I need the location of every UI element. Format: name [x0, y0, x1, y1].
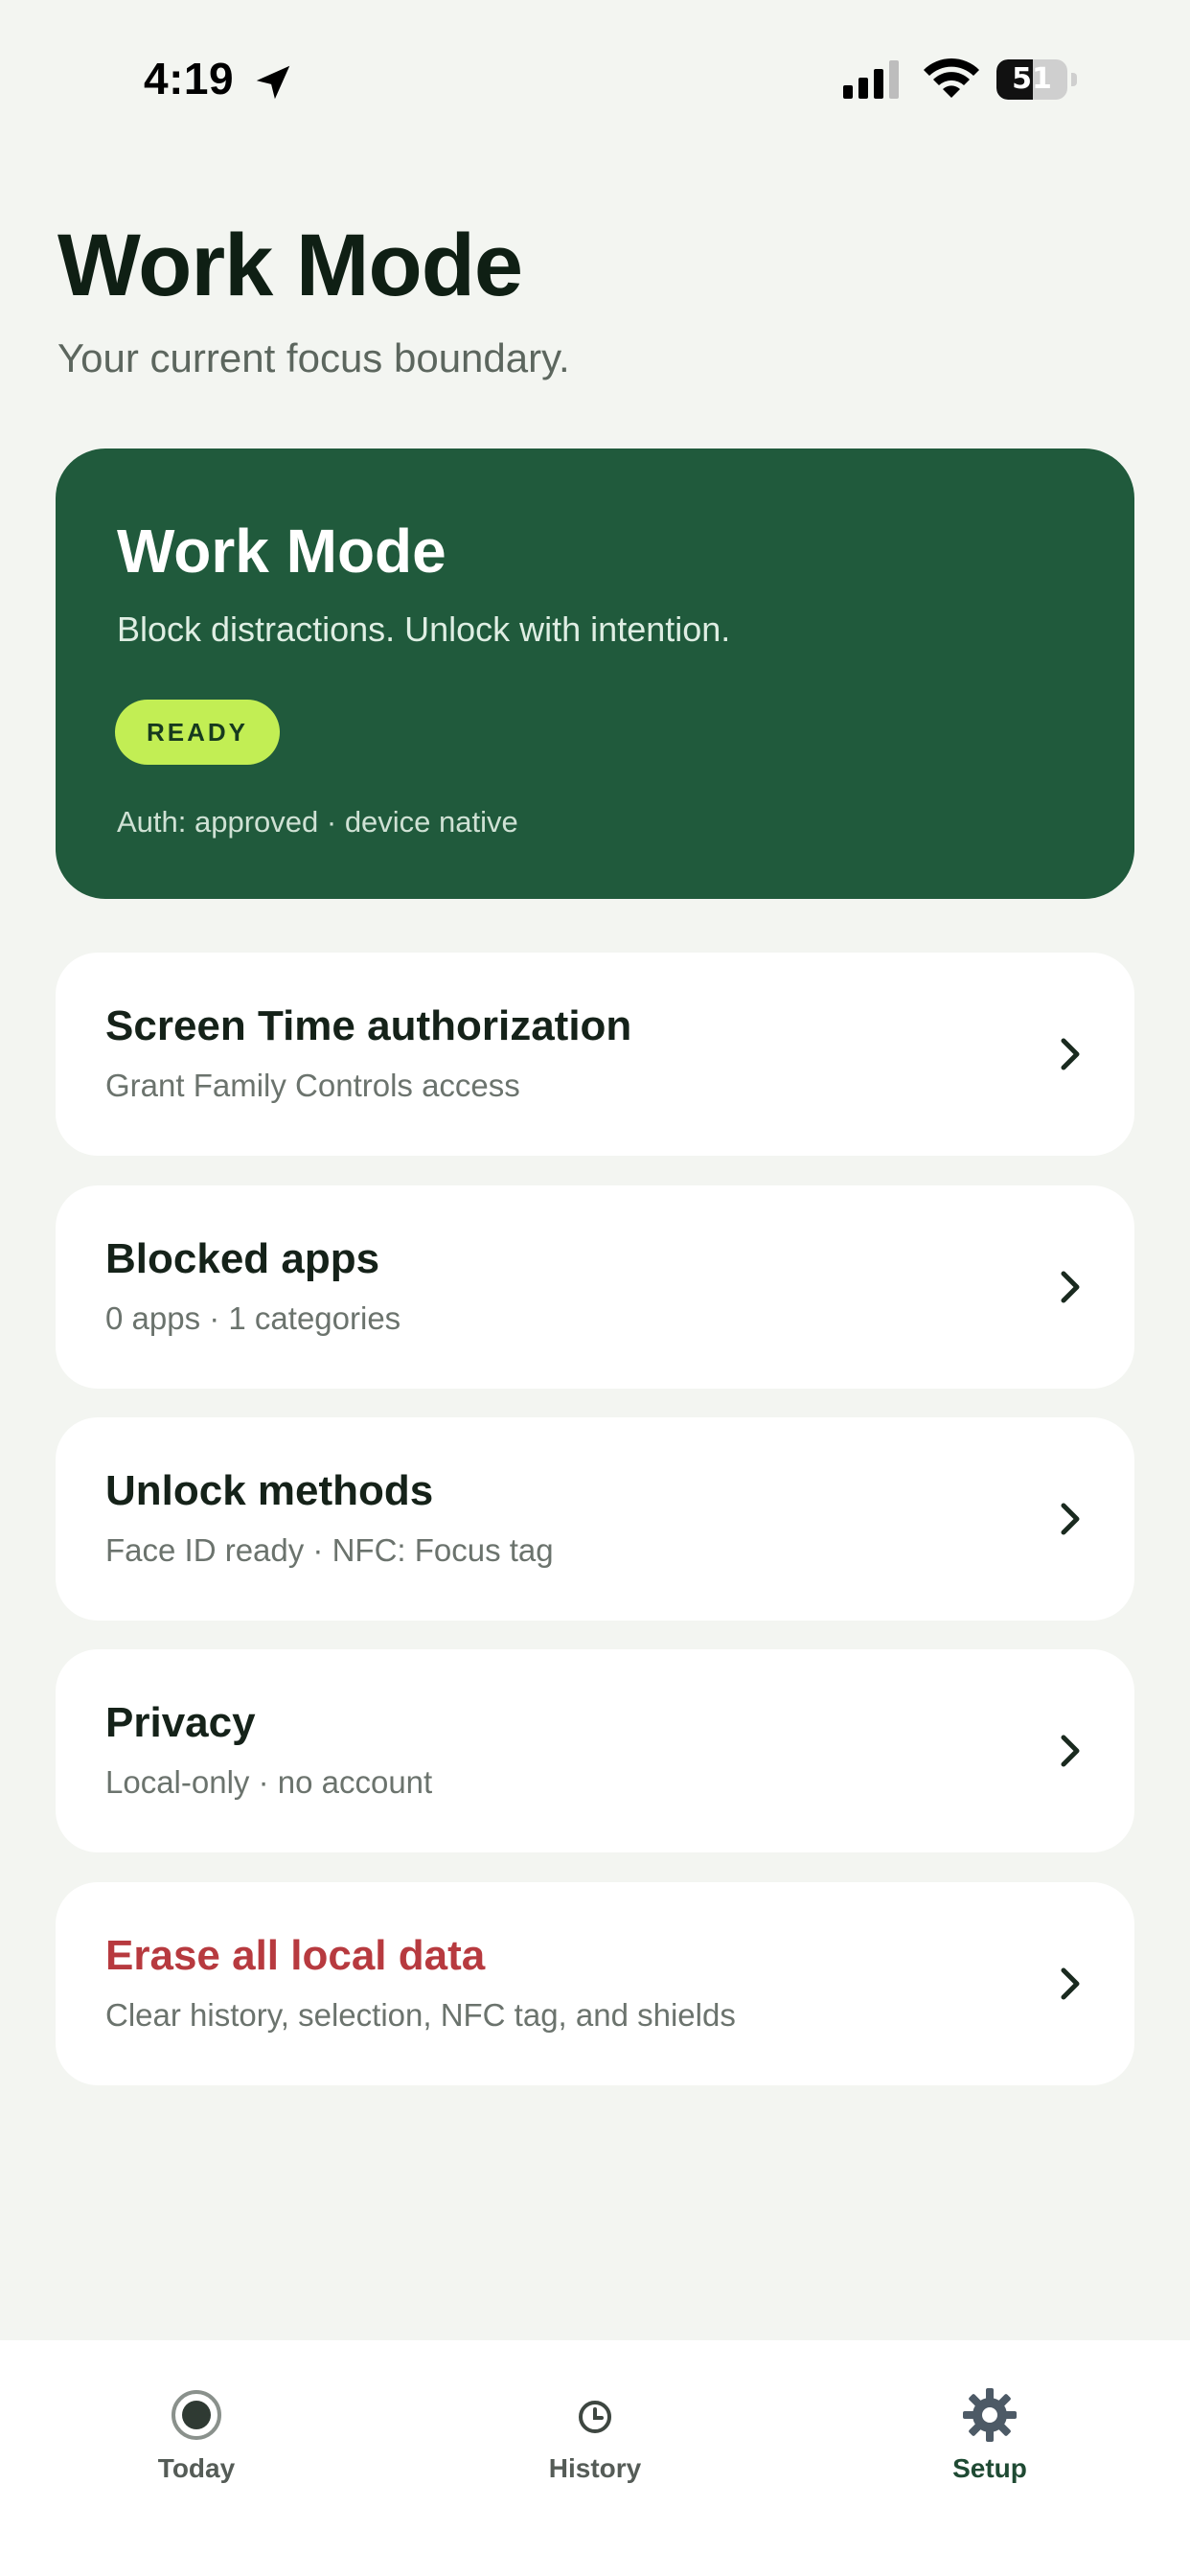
chevron-right-icon	[1061, 1271, 1080, 1303]
tab-setup[interactable]: Setup	[846, 2340, 1133, 2532]
record-icon	[172, 2390, 221, 2440]
status-bar: 4:19 51	[0, 0, 1190, 163]
battery-tip	[1071, 73, 1077, 86]
row-title: Blocked apps	[105, 1235, 380, 1282]
settings-row-blocked-apps[interactable]: Blocked apps 0 apps · 1 categories	[56, 1185, 1134, 1389]
tab-label: Setup	[952, 2453, 1027, 2483]
chevron-right-icon	[1061, 1967, 1080, 2000]
settings-row-privacy[interactable]: Privacy Local-only · no account	[56, 1649, 1134, 1852]
chevron-right-icon	[1061, 1503, 1080, 1535]
chevron-right-icon	[1061, 1735, 1080, 1767]
cellular-signal-icon	[843, 60, 899, 99]
tab-today[interactable]: Today	[53, 2340, 340, 2532]
row-title: Erase all local data	[105, 1932, 486, 1979]
page-title: Work Mode	[57, 217, 523, 314]
clock-icon	[579, 2401, 611, 2433]
chevron-right-icon	[1061, 1038, 1080, 1070]
mode-card-title: Work Mode	[117, 517, 446, 586]
gear-icon	[963, 2388, 1017, 2442]
row-subtitle: 0 apps · 1 categories	[105, 1300, 401, 1336]
row-title: Screen Time authorization	[105, 1002, 632, 1049]
setup-screen: 4:19 51 Work Mode Your current focus bou…	[0, 0, 1190, 2576]
battery-percent: 51	[1012, 62, 1052, 96]
row-subtitle: Grant Family Controls access	[105, 1068, 520, 1103]
mode-card-meta: Auth: approved · device native	[117, 805, 518, 839]
tab-history[interactable]: History	[451, 2340, 739, 2532]
tab-label: Today	[157, 2453, 236, 2483]
battery-body: 51	[996, 59, 1067, 100]
settings-row-unlock-methods[interactable]: Unlock methods Face ID ready · NFC: Focu…	[56, 1417, 1134, 1621]
tab-bar: Today History Setup	[0, 2340, 1190, 2576]
page-subtitle: Your current focus boundary.	[57, 335, 570, 380]
settings-row-screen-time[interactable]: Screen Time authorization Grant Family C…	[56, 953, 1134, 1156]
row-subtitle: Face ID ready · NFC: Focus tag	[105, 1532, 554, 1568]
row-subtitle: Clear history, selection, NFC tag, and s…	[105, 1997, 736, 2033]
tab-label: History	[548, 2453, 642, 2483]
row-title: Privacy	[105, 1699, 256, 1746]
battery-indicator: 51	[996, 59, 1077, 100]
row-title: Unlock methods	[105, 1467, 434, 1514]
wifi-icon	[924, 58, 979, 98]
mode-card[interactable]: Work Mode Block distractions. Unlock wit…	[56, 448, 1134, 899]
location-arrow-icon	[256, 65, 290, 100]
status-time: 4:19	[144, 54, 235, 104]
mode-card-subtitle: Block distractions. Unlock with intentio…	[117, 610, 731, 649]
status-badge: READY	[115, 700, 280, 765]
settings-row-erase-data[interactable]: Erase all local data Clear history, sele…	[56, 1882, 1134, 2085]
row-subtitle: Local-only · no account	[105, 1764, 433, 1800]
